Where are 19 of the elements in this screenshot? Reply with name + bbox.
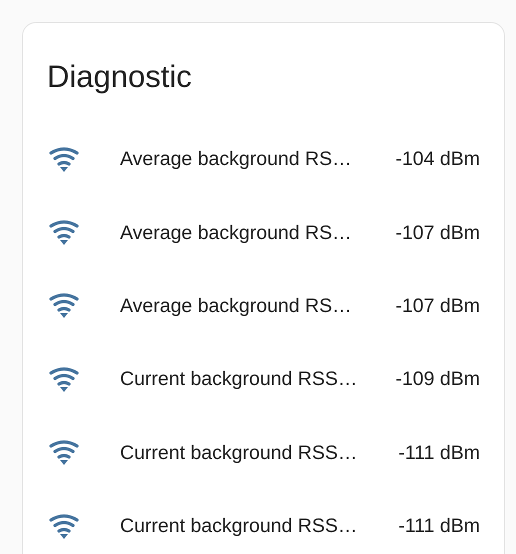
- wifi-icon: [48, 440, 80, 466]
- sensor-value: -111 dBm: [398, 442, 480, 465]
- wifi-icon: [48, 366, 80, 393]
- sensor-name: Average background RS…: [120, 148, 353, 172]
- card-title: Diagnostic: [47, 58, 193, 96]
- sensor-value: -104 dBm: [395, 148, 480, 172]
- sensor-value: -107 dBm: [395, 294, 480, 318]
- sensor-name: Current background RSS…: [120, 368, 358, 392]
- wifi-icon: [48, 220, 80, 246]
- sensor-name: Current background RSS…: [120, 442, 358, 465]
- sensor-name: Average background RS…: [120, 222, 353, 245]
- sensor-name: Average background RS…: [120, 294, 353, 318]
- sensor-value: -111 dBm: [398, 515, 480, 538]
- wifi-icon: [48, 293, 80, 320]
- sensor-value: -109 dBm: [395, 368, 480, 392]
- wifi-icon: [48, 146, 80, 173]
- wifi-icon: [48, 514, 80, 540]
- sensor-value: -107 dBm: [395, 222, 480, 245]
- sensor-name: Current background RSS…: [120, 515, 358, 538]
